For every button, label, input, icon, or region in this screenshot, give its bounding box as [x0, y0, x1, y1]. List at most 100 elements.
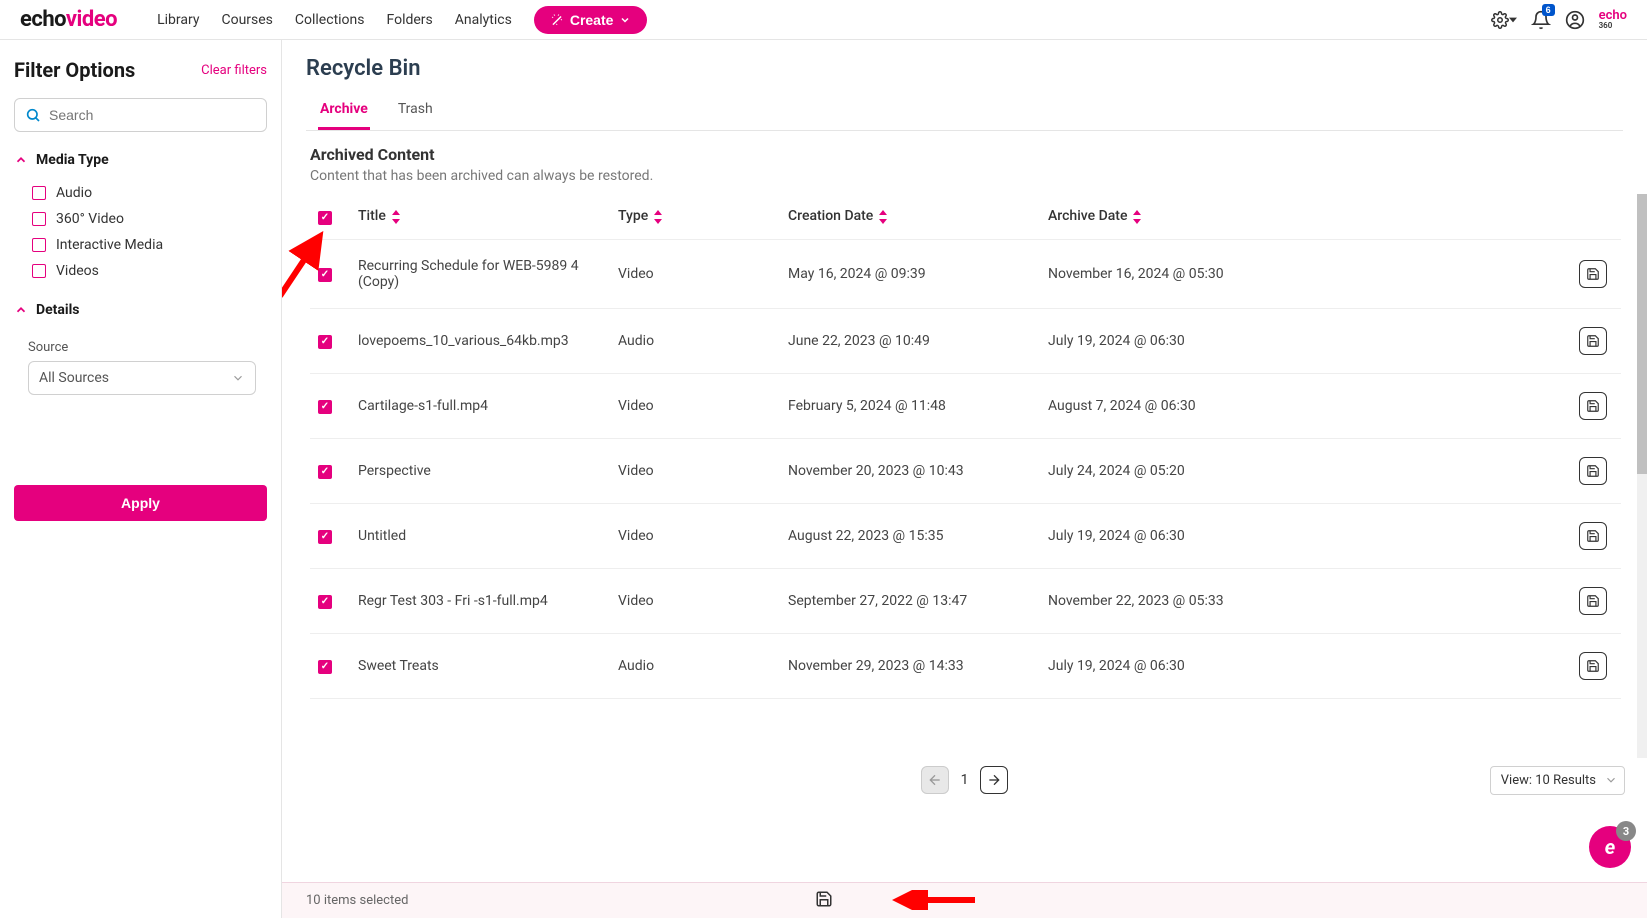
restore-button[interactable]	[1579, 327, 1607, 355]
row-title: Cartilage-s1-full.mp4	[350, 373, 610, 438]
header-created[interactable]: Creation Date	[780, 194, 1040, 239]
tab-trash[interactable]: Trash	[396, 91, 435, 130]
row-action	[1571, 239, 1621, 308]
filter-360-video[interactable]: 360° Video	[14, 206, 267, 232]
chevron-up-icon	[14, 153, 28, 167]
logo-video: video	[66, 7, 117, 32]
search-input[interactable]	[49, 107, 256, 123]
apply-button[interactable]: Apply	[14, 485, 267, 521]
row-created: September 27, 2022 @ 13:47	[780, 568, 1040, 633]
row-checkbox[interactable]	[310, 308, 350, 373]
next-page-button[interactable]	[980, 766, 1008, 794]
header-action	[1571, 194, 1621, 239]
clear-filters-link[interactable]: Clear filters	[201, 63, 267, 78]
help-icon: e	[1605, 835, 1615, 859]
subhead: Archived Content Content that has been a…	[282, 131, 1647, 194]
checkbox-checked-icon	[318, 465, 332, 479]
notification-badge: 6	[1542, 4, 1555, 16]
account-button[interactable]	[1565, 10, 1585, 30]
row-checkbox[interactable]	[310, 568, 350, 633]
create-label: Create	[570, 12, 614, 28]
search-icon	[25, 107, 41, 123]
checkbox-icon	[32, 212, 46, 226]
filter-title: Filter Options	[14, 58, 135, 82]
row-created: August 22, 2023 @ 15:35	[780, 503, 1040, 568]
filter-label: Audio	[56, 185, 92, 201]
filter-interactive-media[interactable]: Interactive Media	[14, 232, 267, 258]
selection-count: 10 items selected	[306, 893, 408, 908]
row-archived: July 19, 2024 @ 06:30	[1040, 308, 1571, 373]
checkbox-checked-icon	[318, 400, 332, 414]
chevron-up-icon	[14, 303, 28, 317]
logo[interactable]: echovideo	[20, 7, 117, 32]
row-checkbox[interactable]	[310, 503, 350, 568]
sidebar: Filter Options Clear filters Media Type …	[0, 40, 282, 918]
settings-button[interactable]	[1491, 11, 1517, 29]
create-button[interactable]: Create	[534, 6, 648, 34]
page-number: 1	[961, 772, 969, 788]
prev-page-button[interactable]	[921, 766, 949, 794]
details-section[interactable]: Details	[14, 302, 267, 318]
source-select[interactable]: All Sources	[28, 361, 256, 395]
subhead-title: Archived Content	[310, 145, 1619, 164]
nav-collections[interactable]: Collections	[295, 12, 365, 28]
row-checkbox[interactable]	[310, 373, 350, 438]
sort-icon	[652, 210, 664, 224]
restore-button[interactable]	[1579, 652, 1607, 680]
header-title[interactable]: Title	[350, 194, 610, 239]
row-checkbox[interactable]	[310, 239, 350, 308]
restore-button[interactable]	[1579, 587, 1607, 615]
row-checkbox[interactable]	[310, 633, 350, 698]
sort-icon	[390, 210, 402, 224]
header-label: Type	[618, 208, 648, 224]
row-action	[1571, 633, 1621, 698]
nav-analytics[interactable]: Analytics	[455, 12, 512, 28]
restore-button[interactable]	[1579, 392, 1607, 420]
restore-button[interactable]	[1579, 260, 1607, 288]
header-type[interactable]: Type	[610, 194, 780, 239]
row-action	[1571, 568, 1621, 633]
help-widget[interactable]: e 3	[1589, 826, 1631, 868]
table-row: Perspective Video November 20, 2023 @ 10…	[310, 438, 1621, 503]
restore-button[interactable]	[1579, 522, 1607, 550]
row-created: November 20, 2023 @ 10:43	[780, 438, 1040, 503]
header-archived[interactable]: Archive Date	[1040, 194, 1571, 239]
filter-head: Filter Options Clear filters	[14, 58, 267, 82]
row-archived: November 22, 2023 @ 05:33	[1040, 568, 1571, 633]
table-row: Untitled Video August 22, 2023 @ 15:35 J…	[310, 503, 1621, 568]
filter-videos[interactable]: Videos	[14, 258, 267, 284]
filter-label: 360° Video	[56, 211, 124, 227]
nav-courses[interactable]: Courses	[221, 12, 272, 28]
save-icon	[1586, 594, 1600, 608]
media-type-section[interactable]: Media Type	[14, 152, 267, 168]
table-row: Recurring Schedule for WEB-5989 4 (Copy)…	[310, 239, 1621, 308]
header-checkbox[interactable]	[310, 194, 350, 239]
restore-button[interactable]	[1579, 457, 1607, 485]
table-row: lovepoems_10_various_64kb.mp3 Audio June…	[310, 308, 1621, 373]
row-checkbox[interactable]	[310, 438, 350, 503]
echo360-logo[interactable]: echo 360	[1599, 10, 1627, 29]
row-action	[1571, 308, 1621, 373]
filter-audio[interactable]: Audio	[14, 180, 267, 206]
row-title: Recurring Schedule for WEB-5989 4 (Copy)	[350, 239, 610, 308]
table-row: Cartilage-s1-full.mp4 Video February 5, …	[310, 373, 1621, 438]
checkbox-checked-icon	[318, 335, 332, 349]
checkbox-icon	[32, 186, 46, 200]
logo-echo: echo	[20, 7, 66, 32]
search-box[interactable]	[14, 98, 267, 132]
view-results-select[interactable]: View: 10 Results	[1490, 766, 1625, 795]
row-type: Video	[610, 239, 780, 308]
tab-archive[interactable]: Archive	[318, 91, 370, 130]
checkbox-checked-icon	[318, 595, 332, 609]
notifications-button[interactable]: 6	[1531, 10, 1551, 30]
save-icon	[815, 890, 833, 908]
row-created: June 22, 2023 @ 10:49	[780, 308, 1040, 373]
gear-icon	[1491, 11, 1509, 29]
scrollbar-thumb[interactable]	[1637, 194, 1647, 474]
main-content: Recycle Bin Archive Trash Archived Conte…	[282, 40, 1647, 918]
checkbox-icon	[32, 238, 46, 252]
nav-folders[interactable]: Folders	[387, 12, 433, 28]
nav-library[interactable]: Library	[157, 12, 199, 28]
row-action	[1571, 503, 1621, 568]
restore-selected-button[interactable]	[815, 890, 833, 912]
